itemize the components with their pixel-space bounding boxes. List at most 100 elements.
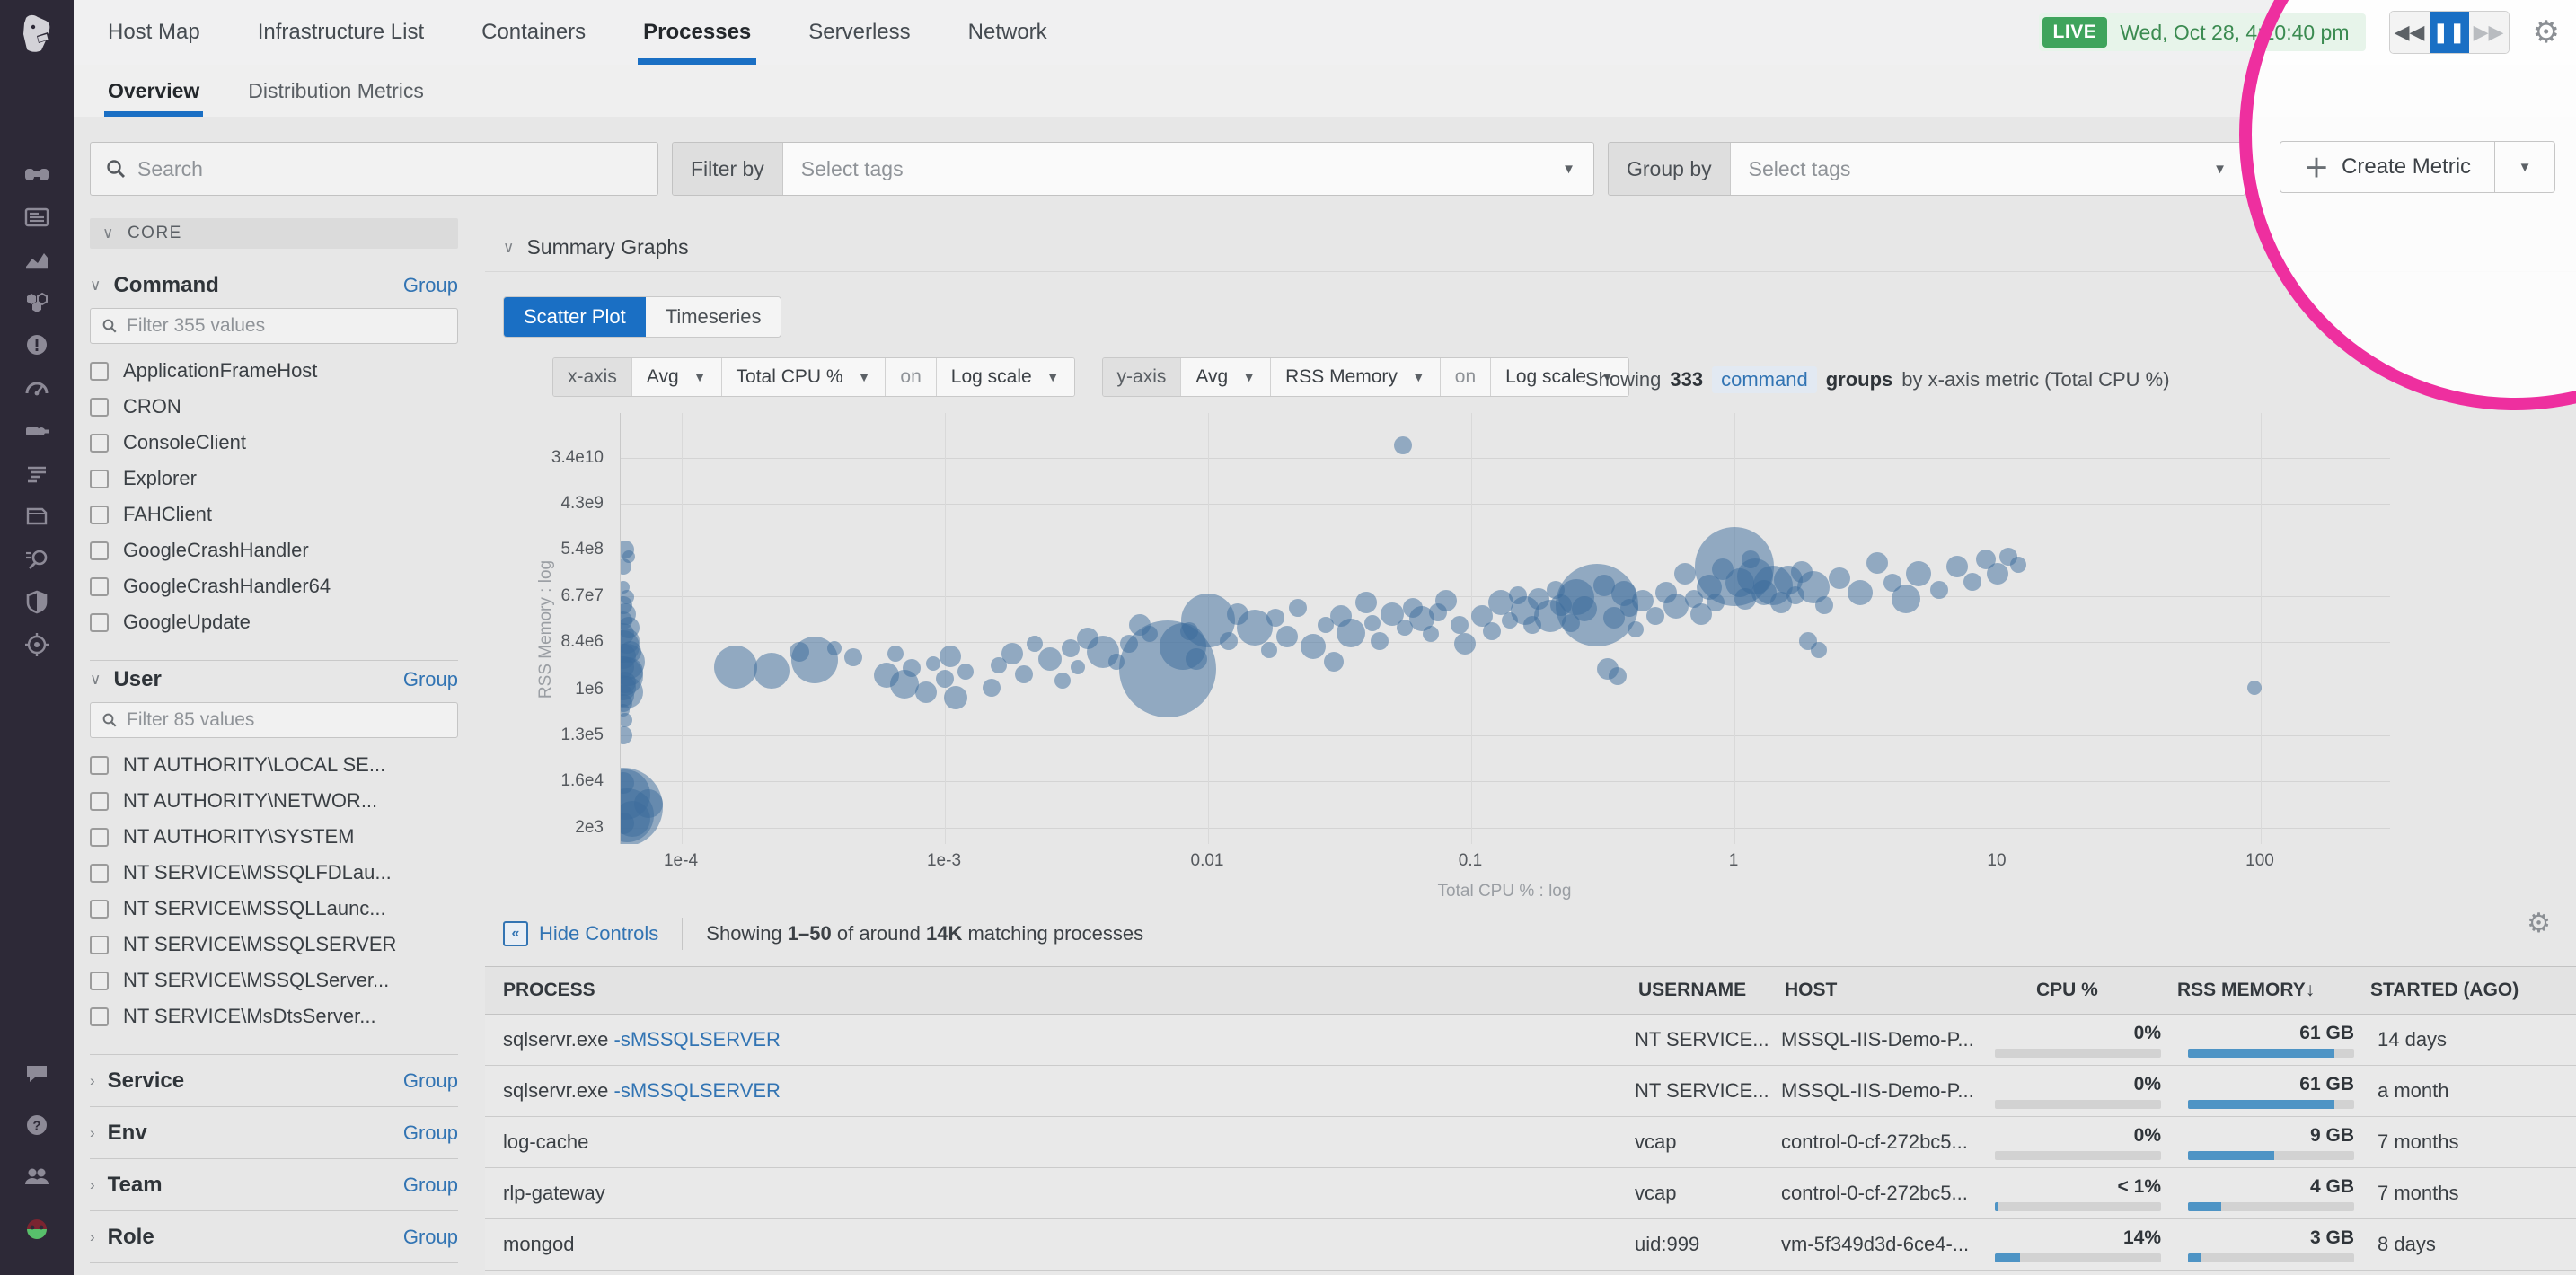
scatter-bubble[interactable] bbox=[1811, 642, 1827, 658]
scatter-bubble[interactable] bbox=[714, 646, 757, 689]
scatter-bubble[interactable] bbox=[1038, 647, 1062, 671]
chevron-down-icon[interactable]: ▼ bbox=[2213, 162, 2227, 177]
live-time-chip[interactable]: LIVE Wed, Oct 28, 4:10:40 pm bbox=[2039, 13, 2366, 51]
summary-graphs-header[interactable]: ∨ Summary Graphs bbox=[503, 235, 689, 259]
scatter-bubble[interactable] bbox=[1371, 632, 1389, 650]
checkbox[interactable] bbox=[90, 972, 109, 990]
scatter-bubble[interactable] bbox=[915, 681, 937, 703]
facet-value-row[interactable]: ApplicationFrameHost bbox=[90, 353, 458, 389]
tab-distribution-metrics[interactable]: Distribution Metrics bbox=[248, 65, 424, 117]
avatar-icon[interactable] bbox=[22, 1214, 52, 1244]
checkbox[interactable] bbox=[90, 362, 109, 381]
monitors-icon[interactable] bbox=[22, 330, 52, 360]
scatter-bubble[interactable] bbox=[1394, 436, 1412, 454]
toggle-timeseries[interactable]: Timeseries bbox=[646, 297, 781, 337]
x-axis-metric-select[interactable]: Total CPU %▼ bbox=[722, 358, 887, 396]
toggle-scatter-plot[interactable]: Scatter Plot bbox=[504, 297, 646, 337]
facet-value-row[interactable]: NT SERVICE\MSSQLLaunc... bbox=[90, 891, 458, 927]
scatter-bubble[interactable] bbox=[1866, 552, 1888, 574]
facet-value-row[interactable]: NT SERVICE\MSSQLServer... bbox=[90, 963, 458, 998]
y-axis-agg-select[interactable]: Avg▼ bbox=[1181, 358, 1271, 396]
facet-value-row[interactable]: FAHClient bbox=[90, 497, 458, 532]
nav-item-serverless[interactable]: Serverless bbox=[808, 0, 910, 65]
col-header-host[interactable]: HOST bbox=[1781, 980, 1981, 1001]
facet-value-row[interactable]: NT SERVICE\MSSQLFDLau... bbox=[90, 855, 458, 891]
scatter-bubble[interactable] bbox=[1892, 585, 1920, 613]
notebooks-icon[interactable] bbox=[22, 501, 52, 532]
scatter-bubble[interactable] bbox=[2010, 557, 2026, 573]
table-row[interactable]: sqlservr.exe -sMSSQLSERVERNT SERVICE...M… bbox=[485, 1066, 2576, 1117]
chat-icon[interactable] bbox=[22, 1058, 52, 1088]
table-row[interactable]: sqlservr.exe -sMSSQLSERVERNT SERVICE...M… bbox=[485, 1015, 2576, 1066]
scatter-bubble[interactable] bbox=[827, 641, 842, 655]
group-link[interactable]: Group bbox=[403, 1174, 458, 1197]
checkbox[interactable] bbox=[90, 792, 109, 811]
scatter-bubble[interactable] bbox=[926, 656, 940, 671]
scatter-bubble[interactable] bbox=[620, 713, 632, 727]
help-icon[interactable]: ? bbox=[22, 1110, 52, 1140]
scatter-bubble[interactable] bbox=[1324, 652, 1344, 672]
scatter-bubble[interactable] bbox=[1906, 561, 1931, 586]
hide-controls-link[interactable]: « Hide Controls bbox=[503, 921, 658, 946]
tab-overview[interactable]: Overview bbox=[108, 65, 199, 117]
facet-value-row[interactable]: GoogleCrashHandler bbox=[90, 532, 458, 568]
scatter-bubble[interactable] bbox=[1337, 619, 1365, 647]
facet-value-row[interactable]: NT AUTHORITY\LOCAL SE... bbox=[90, 747, 458, 783]
scatter-bubble[interactable] bbox=[944, 686, 967, 709]
facet-section-header-user[interactable]: ∨UserGroup bbox=[90, 661, 458, 699]
scatter-bubble[interactable] bbox=[1829, 567, 1850, 589]
group-link[interactable]: Group bbox=[403, 274, 458, 297]
table-row[interactable]: mongoduid:999vm-5f349d3d-6ce4-...14%3 GB… bbox=[485, 1219, 2576, 1271]
checkbox[interactable] bbox=[90, 577, 109, 596]
synthetics-icon[interactable] bbox=[22, 629, 52, 660]
create-metric-button[interactable]: ＋ Create Metric bbox=[2280, 141, 2495, 193]
facet-filter-input-command[interactable]: Filter 355 values bbox=[90, 308, 458, 344]
dashboards-icon[interactable] bbox=[22, 373, 52, 403]
scatter-bubble[interactable] bbox=[1054, 673, 1071, 689]
checkbox[interactable] bbox=[90, 613, 109, 632]
x-axis-agg-select[interactable]: Avg▼ bbox=[632, 358, 722, 396]
scatter-bubble[interactable] bbox=[1451, 616, 1469, 634]
scatter-bubble[interactable] bbox=[936, 670, 954, 688]
scatter-bubble[interactable] bbox=[622, 550, 635, 563]
security-icon[interactable] bbox=[22, 586, 52, 617]
scatter-bubble[interactable] bbox=[1930, 581, 1948, 599]
users-icon[interactable] bbox=[22, 1161, 52, 1191]
scatter-bubble[interactable] bbox=[1435, 590, 1457, 611]
scatter-bubble[interactable] bbox=[1276, 626, 1298, 647]
command-tag[interactable]: command bbox=[1712, 366, 1817, 393]
scatter-bubble[interactable] bbox=[1266, 609, 1284, 627]
facet-section-header-command[interactable]: ∨CommandGroup bbox=[90, 267, 458, 304]
scatter-plot-area[interactable] bbox=[620, 413, 2390, 844]
facet-value-row[interactable]: NT SERVICE\MSSQLSERVER bbox=[90, 927, 458, 963]
scatter-bubble[interactable] bbox=[1628, 621, 1644, 638]
process-arg-link[interactable]: -sMSSQLSERVER bbox=[614, 1028, 781, 1051]
table-settings-gear-icon[interactable]: ⚙ bbox=[2527, 910, 2551, 937]
process-arg-link[interactable]: -sMSSQLSERVER bbox=[614, 1079, 781, 1102]
facet-section-header-team[interactable]: ›TeamGroup bbox=[90, 1159, 458, 1211]
checkbox[interactable] bbox=[90, 756, 109, 775]
col-header-process[interactable]: PROCESS bbox=[485, 980, 1635, 1001]
facet-value-row[interactable]: GoogleCrashHandler64 bbox=[90, 568, 458, 604]
filter-tags-input[interactable]: Select tags ▼ bbox=[783, 143, 1593, 195]
col-header-rss[interactable]: RSS MEMORY↓ bbox=[2174, 980, 2367, 1001]
scatter-bubble[interactable] bbox=[1946, 556, 1968, 577]
facet-value-row[interactable]: CRON bbox=[90, 389, 458, 425]
checkbox[interactable] bbox=[90, 470, 109, 488]
trace-search-icon[interactable] bbox=[22, 543, 52, 574]
settings-gear-icon[interactable]: ⚙ bbox=[2533, 17, 2560, 48]
scatter-bubble[interactable] bbox=[957, 664, 974, 680]
scatter-bubble[interactable] bbox=[1015, 665, 1033, 683]
y-axis-metric-select[interactable]: RSS Memory▼ bbox=[1271, 358, 1441, 396]
group-link[interactable]: Group bbox=[403, 668, 458, 691]
scatter-bubble[interactable] bbox=[887, 646, 904, 662]
facet-filter-input-user[interactable]: Filter 85 values bbox=[90, 702, 458, 738]
pause-button[interactable]: ❚❚ bbox=[2430, 12, 2469, 53]
facet-section-header-service[interactable]: ›ServiceGroup bbox=[90, 1055, 458, 1107]
facet-value-row[interactable]: NT AUTHORITY\SYSTEM bbox=[90, 819, 458, 855]
scatter-bubble[interactable] bbox=[1963, 573, 1981, 591]
nav-item-host-map[interactable]: Host Map bbox=[108, 0, 200, 65]
datadog-logo-icon[interactable] bbox=[15, 13, 58, 56]
scatter-bubble[interactable] bbox=[1364, 615, 1381, 631]
scatter-bubble[interactable] bbox=[1674, 563, 1696, 585]
